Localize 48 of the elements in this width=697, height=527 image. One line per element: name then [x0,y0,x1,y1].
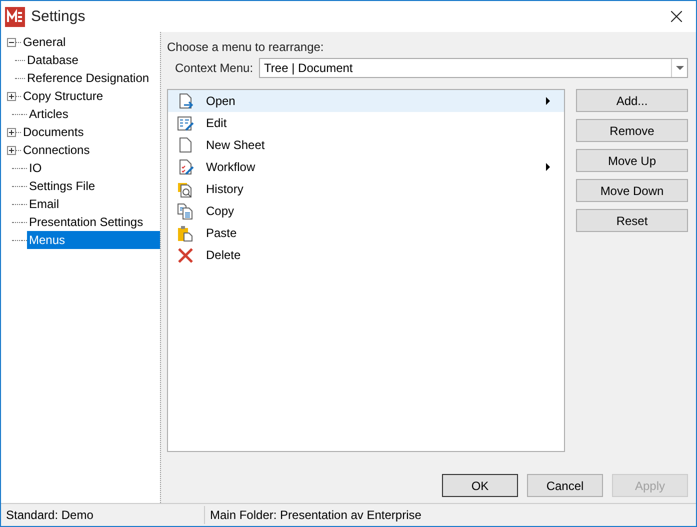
copy-icon [177,202,194,220]
field-label: Context Menu: [175,61,254,75]
expand-icon[interactable] [7,146,16,154]
tree-item[interactable]: Presentation Settings [27,213,146,231]
side-button[interactable]: Move Up [576,149,688,172]
tree-item[interactable]: Email [27,195,62,213]
tree-item[interactable]: General [21,33,68,51]
document-icon [177,136,194,154]
tree-item[interactable]: Copy Structure [21,87,106,105]
context-menu-dropdown[interactable]: Tree | Document [259,58,688,78]
folder-search-icon [177,180,194,198]
app-logo-icon [5,6,25,26]
tree-item[interactable]: Settings File [27,177,98,195]
status-text: Standard: Demo [1,506,205,524]
edit-icon [177,114,194,132]
menu-list-item[interactable]: Copy [168,200,564,222]
menu-list-item[interactable]: Paste [168,222,564,244]
side-button[interactable]: Move Down [576,179,688,202]
delete-icon [177,246,194,264]
collapse-icon[interactable] [7,38,16,46]
checklist-pen-icon [177,158,194,176]
menu-list-item[interactable]: History [168,178,564,200]
side-button[interactable]: Add... [576,89,688,112]
status-text: Main Folder: Presentation av Enterprise [209,507,422,524]
menu-list-item[interactable]: Delete [168,244,564,266]
tree-item[interactable]: Documents [21,123,86,141]
menu-list-item[interactable]: Edit [168,112,564,134]
dialog-button[interactable]: Cancel [527,474,603,497]
document-arrow-icon [177,92,194,110]
dialog-button[interactable]: OK [442,474,518,497]
paste-icon [177,224,194,242]
window-title: Settings [31,8,86,25]
tree-item[interactable]: Connections [21,141,92,159]
expand-icon[interactable] [7,128,16,136]
menu-list-item[interactable]: New Sheet [168,134,564,156]
tree-item[interactable]: Menus [27,231,160,249]
dropdown-caret-icon [676,66,684,70]
tree-item[interactable]: IO [27,159,44,177]
expand-icon[interactable] [7,92,16,100]
side-button[interactable]: Remove [576,119,688,142]
tree-item[interactable]: Reference Designation [25,69,152,87]
tree-item[interactable]: Database [25,51,80,69]
menu-list-item[interactable]: Open [168,90,564,112]
tree-item[interactable]: Articles [27,105,70,123]
close-icon [670,11,682,22]
menu-list-item[interactable]: Workflow [168,156,564,178]
instruction-text: Choose a menu to rearrange: [167,39,325,55]
side-button[interactable]: Reset [576,209,688,232]
